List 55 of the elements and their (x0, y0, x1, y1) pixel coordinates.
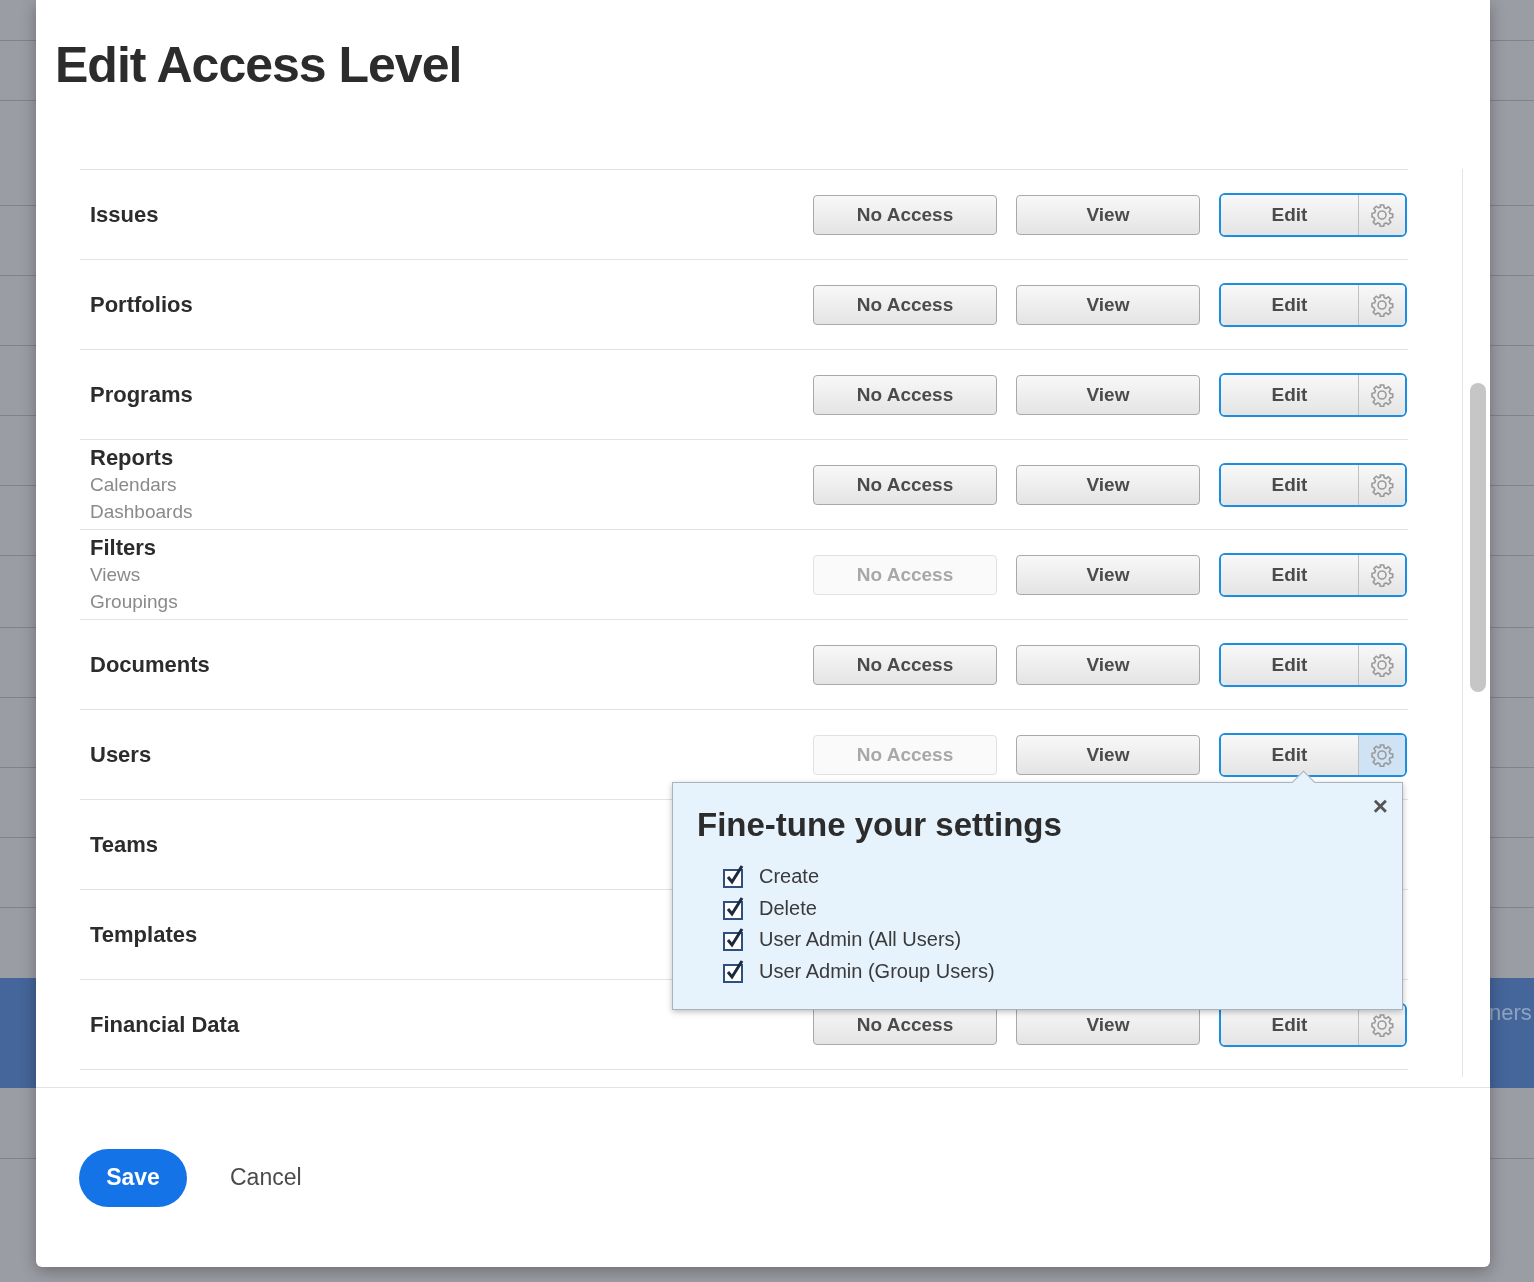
section-label: Users (90, 741, 152, 768)
cancel-button[interactable]: Cancel (230, 1164, 302, 1191)
checkbox[interactable] (723, 928, 745, 952)
settings-icon[interactable] (1358, 554, 1405, 595)
section-sublabel: Groupings (90, 590, 178, 614)
access-option-button[interactable]: No Access (813, 194, 997, 235)
section-label: Templates (90, 921, 198, 948)
settings-icon[interactable] (1358, 374, 1405, 415)
access-option-button[interactable]: Edit (1221, 554, 1358, 595)
access-option-button[interactable]: View (1016, 284, 1200, 325)
access-option-button[interactable]: No Access (813, 284, 997, 325)
popover-title: Fine-tune your settings (697, 805, 1063, 845)
section-sublabel: Views (90, 563, 141, 587)
access-option-button[interactable]: Edit (1221, 464, 1358, 505)
checkbox-label: Delete (759, 896, 817, 920)
checkbox[interactable] (723, 896, 745, 920)
checkbox[interactable] (723, 959, 745, 983)
access-option-button[interactable]: No Access (813, 464, 997, 505)
section-label: Reports (90, 444, 174, 471)
section-label: Teams (90, 831, 159, 858)
checkbox-label: Create (759, 865, 820, 889)
access-option-button[interactable]: View (1016, 194, 1200, 235)
access-option-button[interactable]: Edit (1221, 644, 1358, 685)
checkbox-label: User Admin (Group Users) (759, 959, 995, 983)
access-option-button[interactable]: View (1016, 554, 1200, 595)
section-label: Issues (90, 201, 159, 228)
settings-icon[interactable] (1358, 194, 1405, 235)
settings-icon[interactable] (1358, 284, 1405, 325)
access-option-button[interactable]: No Access (813, 644, 997, 685)
section-label: Financial Data (90, 1011, 240, 1038)
checkbox[interactable] (723, 865, 745, 889)
section-label: Filters (90, 534, 157, 561)
access-option-button[interactable]: Edit (1221, 284, 1358, 325)
access-option-button[interactable]: Edit (1221, 374, 1358, 415)
section-sublabel: Dashboards (90, 500, 193, 524)
close-button[interactable]: × (1372, 793, 1388, 819)
section-label: Documents (90, 651, 210, 678)
settings-icon[interactable] (1358, 464, 1405, 505)
background-text: ners (1489, 1000, 1532, 1026)
dialog-title: Edit Access Level (54, 36, 463, 95)
section-label: Programs (90, 381, 193, 408)
settings-icon[interactable] (1358, 734, 1405, 775)
access-option-button[interactable]: View (1016, 734, 1200, 775)
access-option-button[interactable]: Edit (1221, 194, 1358, 235)
access-option-button[interactable]: View (1016, 644, 1200, 685)
access-option-button[interactable]: Edit (1221, 734, 1358, 775)
section-label: Portfolios (90, 291, 193, 318)
settings-icon[interactable] (1358, 644, 1405, 685)
checkbox-label: User Admin (All Users) (759, 928, 962, 952)
access-option-button[interactable]: View (1016, 374, 1200, 415)
scrollbar-thumb[interactable] (1470, 383, 1486, 692)
access-option-button[interactable]: View (1016, 464, 1200, 505)
section-sublabel: Calendars (90, 473, 177, 497)
save-button[interactable]: Save (79, 1148, 187, 1207)
access-option-button[interactable]: No Access (813, 374, 997, 415)
